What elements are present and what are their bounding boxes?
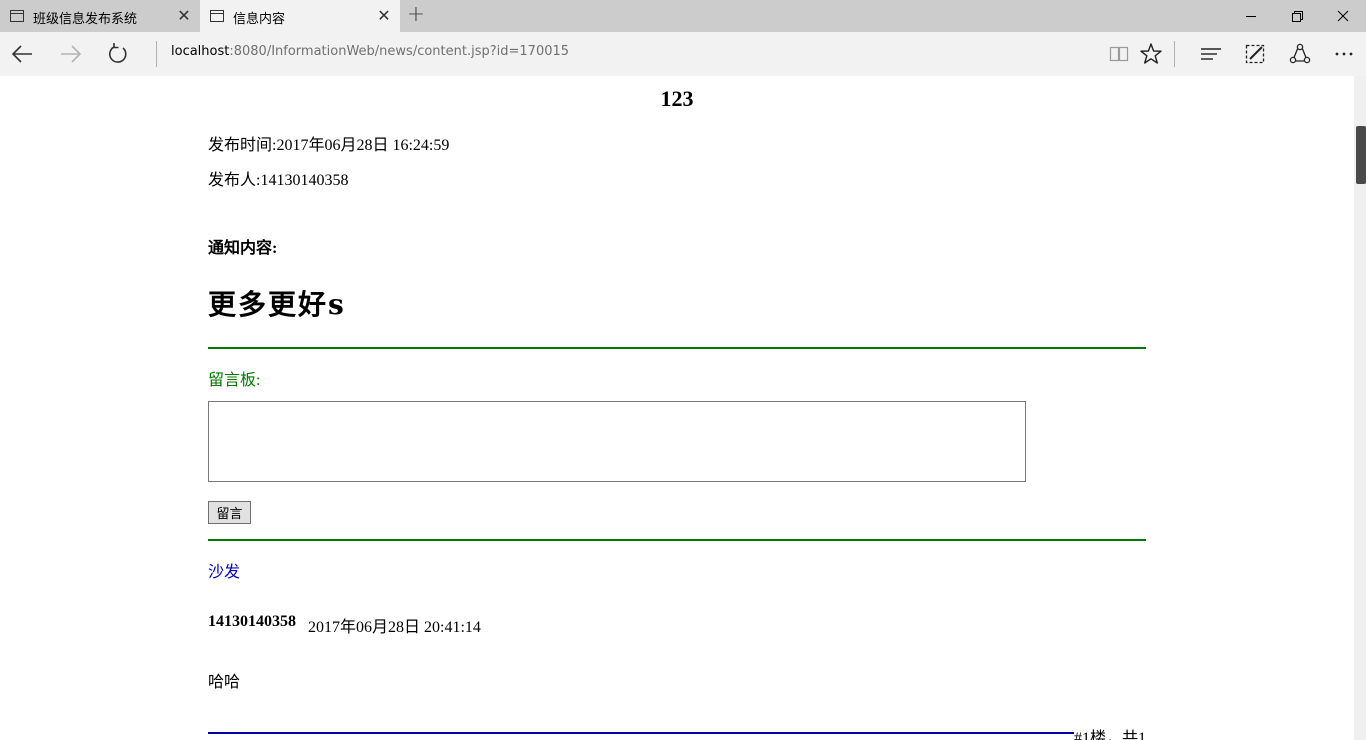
- minimize-icon[interactable]: [1228, 0, 1274, 32]
- tab-class-info-system[interactable]: 班级信息发布系统 ✕: [0, 0, 200, 32]
- section-divider: [208, 539, 1146, 541]
- close-tab-icon[interactable]: ✕: [176, 6, 192, 26]
- publish-time: 发布时间:2017年06月28日 16:24:59: [208, 137, 450, 154]
- web-note-icon[interactable]: [1240, 40, 1270, 68]
- address-divider: [156, 41, 157, 67]
- address-host: localhost: [171, 44, 230, 59]
- tab-info-content[interactable]: 信息内容 ✕: [200, 0, 400, 32]
- more-icon[interactable]: [1329, 40, 1359, 68]
- back-arrow-icon[interactable]: [8, 40, 38, 68]
- submit-comment-button[interactable]: 留言: [208, 501, 251, 524]
- content-label: 通知内容:: [208, 240, 278, 257]
- news-title: 123: [660, 86, 694, 111]
- section-divider: [208, 347, 1146, 349]
- navigation-bar: localhost:8080/InformationWeb/news/conte…: [0, 32, 1366, 76]
- publisher: 发布人:14130140358: [208, 172, 349, 189]
- restore-icon[interactable]: [1274, 0, 1320, 32]
- page-icon: [10, 10, 24, 22]
- reading-view-icon[interactable]: [1104, 40, 1134, 68]
- floor-info: #1楼，共1: [1074, 730, 1147, 740]
- message-board-label: 留言板:: [208, 372, 261, 389]
- scrollbar-thumb[interactable]: [1356, 126, 1366, 184]
- reply-text: 哈哈: [208, 674, 241, 691]
- toolbar-divider: [1174, 41, 1175, 67]
- close-tab-icon[interactable]: ✕: [376, 6, 392, 26]
- reply-user: 14130140358: [208, 613, 296, 630]
- share-icon[interactable]: [1285, 40, 1315, 68]
- sofa-label[interactable]: 沙发: [208, 558, 240, 582]
- address-path: :8080/InformationWeb/news/content.jsp?id…: [229, 44, 570, 59]
- tab-label: 信息内容: [233, 12, 286, 27]
- reply-time: 2017年06月28日 20:41:14: [308, 619, 481, 636]
- hub-icon[interactable]: [1196, 40, 1226, 68]
- comment-textarea[interactable]: [208, 401, 1026, 482]
- page-viewport: 123 发布时间:2017年06月28日 16:24:59 发布人:141301…: [0, 76, 1354, 740]
- forward-arrow-icon[interactable]: [56, 40, 86, 68]
- tab-label: 班级信息发布系统: [33, 12, 138, 27]
- tab-bar: 班级信息发布系统 ✕ 信息内容 ✕ +: [0, 0, 1366, 32]
- star-icon[interactable]: [1136, 40, 1166, 68]
- news-content: 更多更好s: [208, 288, 346, 321]
- reply-divider: [208, 732, 1074, 734]
- new-tab-icon[interactable]: +: [404, 4, 428, 28]
- page-icon: [210, 10, 224, 22]
- address-bar[interactable]: localhost:8080/InformationWeb/news/conte…: [171, 44, 569, 59]
- window-close-icon[interactable]: [1320, 0, 1366, 32]
- refresh-icon[interactable]: [103, 40, 133, 68]
